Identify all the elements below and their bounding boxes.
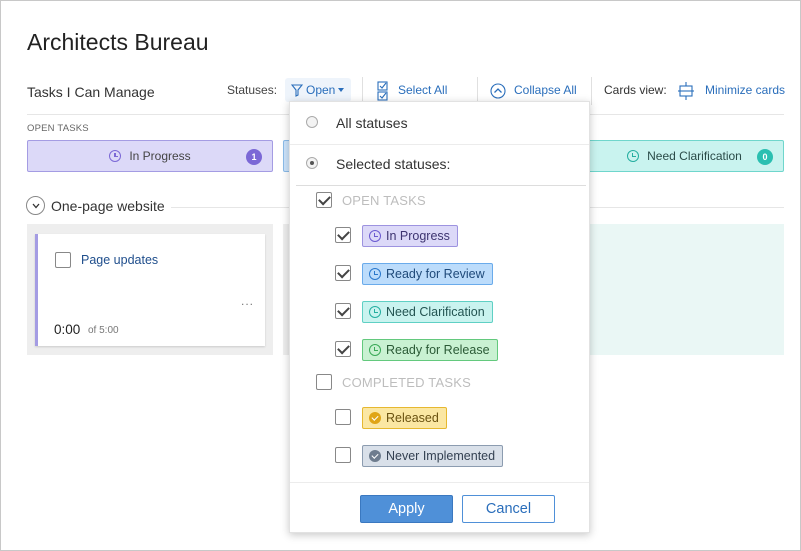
task-time-estimate: of 5:00 bbox=[88, 325, 119, 336]
status-tag-need-clarification: Need Clarification bbox=[362, 301, 493, 323]
minimize-cards-icon bbox=[678, 82, 694, 100]
selected-statuses-label: Selected statuses: bbox=[336, 156, 451, 172]
completed-tasks-checkbox[interactable] bbox=[316, 374, 332, 390]
chevron-down-icon bbox=[32, 203, 39, 208]
dropdown-divider bbox=[290, 144, 589, 145]
page-title: Architects Bureau bbox=[27, 29, 209, 55]
more-options-icon[interactable]: ... bbox=[241, 294, 254, 308]
toolbar-divider bbox=[591, 77, 592, 105]
selected-statuses-option[interactable]: Selected statuses: bbox=[290, 153, 589, 175]
collapse-all-button[interactable]: Collapse All bbox=[514, 83, 577, 97]
clock-icon bbox=[109, 150, 122, 162]
status-name: In Progress bbox=[386, 229, 450, 243]
column-count-badge: 0 bbox=[757, 149, 773, 165]
status-checkbox-ready-for-review[interactable] bbox=[335, 265, 351, 281]
status-name: Need Clarification bbox=[386, 305, 485, 319]
apply-button[interactable]: Apply bbox=[360, 495, 453, 523]
status-checkbox-in-progress[interactable] bbox=[335, 227, 351, 243]
column-header-in-progress[interactable]: In Progress 1 bbox=[27, 140, 273, 172]
column-title: Need Clarification bbox=[647, 149, 742, 163]
clock-icon bbox=[369, 306, 381, 318]
status-tag-in-progress: In Progress bbox=[362, 225, 458, 247]
group-title: One-page website bbox=[51, 198, 165, 214]
check-circle-icon bbox=[369, 412, 381, 424]
statuses-filter-button[interactable]: Open bbox=[285, 78, 351, 102]
statuses-dropdown: All statuses Selected statuses: OPEN TAS… bbox=[289, 101, 590, 533]
status-tag-ready-for-release: Ready for Release bbox=[362, 339, 498, 361]
status-name: Ready for Release bbox=[386, 343, 490, 357]
column-count-badge: 1 bbox=[246, 149, 262, 165]
open-tasks-section-label: OPEN TASKS bbox=[342, 193, 426, 208]
all-statuses-label: All statuses bbox=[336, 115, 408, 131]
status-checkbox-ready-for-release[interactable] bbox=[335, 341, 351, 357]
dropdown-divider bbox=[296, 185, 586, 186]
status-tag-released: Released bbox=[362, 407, 447, 429]
column-header-need-clarification[interactable]: Need Clarification 0 bbox=[585, 140, 784, 172]
select-all-button[interactable]: Select All bbox=[398, 83, 447, 97]
view-selector[interactable]: Tasks I Can Manage bbox=[27, 84, 155, 100]
all-statuses-option[interactable]: All statuses bbox=[290, 112, 589, 134]
cards-view-label: Cards view: bbox=[604, 83, 667, 97]
dropdown-footer-divider bbox=[290, 482, 589, 483]
status-checkbox-never-implemented[interactable] bbox=[335, 447, 351, 463]
lane-need-clarification bbox=[585, 224, 784, 355]
status-tag-ready-for-review: Ready for Review bbox=[362, 263, 493, 285]
app-window: Architects Bureau Tasks I Can Manage Sta… bbox=[0, 0, 801, 551]
task-title[interactable]: Page updates bbox=[81, 253, 158, 267]
clock-icon bbox=[369, 268, 381, 280]
task-card[interactable]: Page updates ... 0:00 of 5:00 bbox=[35, 234, 265, 346]
check-circle-icon bbox=[369, 450, 381, 462]
task-checkbox[interactable] bbox=[55, 252, 71, 268]
select-all-icon bbox=[377, 81, 388, 101]
clock-icon bbox=[369, 230, 381, 242]
clock-icon bbox=[627, 150, 640, 162]
group-collapse-toggle[interactable] bbox=[26, 196, 45, 215]
all-statuses-radio[interactable] bbox=[306, 116, 318, 128]
status-name: Never Implemented bbox=[386, 449, 496, 463]
status-checkbox-released[interactable] bbox=[335, 409, 351, 425]
filter-icon bbox=[291, 83, 303, 97]
clock-icon bbox=[369, 344, 381, 356]
statuses-filter-label: Open bbox=[306, 83, 336, 97]
caret-down-icon bbox=[338, 87, 345, 92]
cancel-button[interactable]: Cancel bbox=[462, 495, 555, 523]
status-tag-never-implemented: Never Implemented bbox=[362, 445, 504, 467]
selected-statuses-radio[interactable] bbox=[306, 157, 318, 169]
statuses-label: Statuses: bbox=[227, 83, 278, 97]
minimize-cards-button[interactable]: Minimize cards bbox=[705, 83, 785, 97]
status-name: Released bbox=[386, 411, 439, 425]
completed-tasks-section-label: COMPLETED TASKS bbox=[342, 375, 471, 390]
task-time-spent: 0:00 bbox=[54, 322, 81, 337]
collapse-icon bbox=[490, 83, 506, 99]
status-checkbox-need-clarification[interactable] bbox=[335, 303, 351, 319]
status-name: Ready for Review bbox=[386, 267, 485, 281]
column-title: In Progress bbox=[129, 149, 191, 163]
open-tasks-checkbox[interactable] bbox=[316, 192, 332, 208]
open-tasks-section-label: OPEN TASKS bbox=[27, 123, 89, 134]
